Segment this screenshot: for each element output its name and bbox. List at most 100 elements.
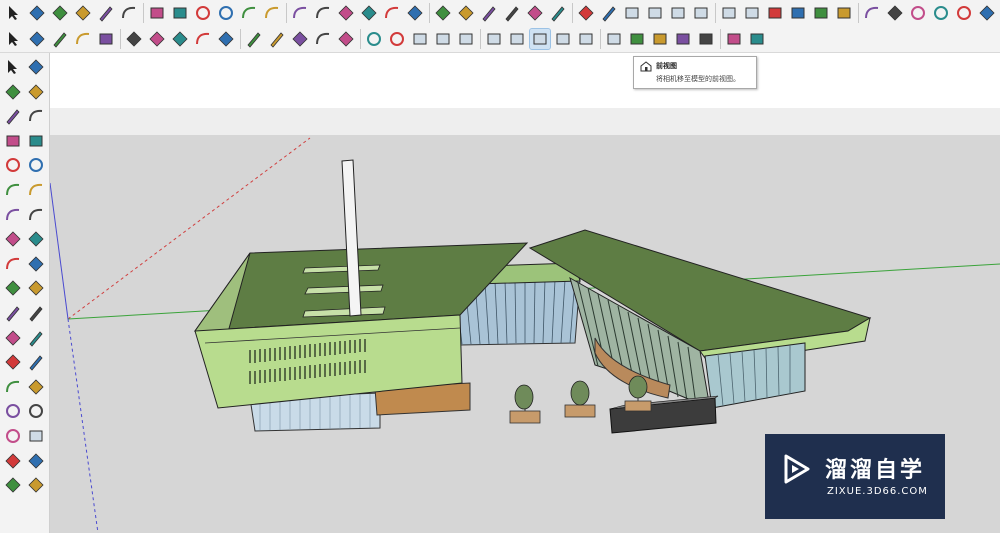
select-arrow-tool[interactable] bbox=[3, 57, 23, 77]
axes-button[interactable] bbox=[290, 29, 310, 49]
zoom-extents-tool[interactable] bbox=[3, 426, 23, 446]
rectangle-button[interactable] bbox=[96, 29, 116, 49]
pencil-line-button[interactable] bbox=[96, 3, 116, 23]
three-point-arc-button[interactable] bbox=[290, 3, 310, 23]
scale-tool[interactable] bbox=[3, 278, 23, 298]
polygon-tool[interactable] bbox=[26, 155, 46, 175]
follow-me-tool[interactable] bbox=[26, 254, 46, 274]
offset-tool[interactable] bbox=[26, 278, 46, 298]
tape-measure-tool[interactable] bbox=[3, 303, 23, 323]
zoom-window-tool[interactable] bbox=[26, 401, 46, 421]
pie-tool[interactable] bbox=[26, 205, 46, 225]
left-view-button[interactable] bbox=[742, 3, 762, 23]
3d-text-tool[interactable] bbox=[26, 352, 46, 372]
eraser-tool[interactable] bbox=[26, 82, 46, 102]
pan-button[interactable] bbox=[885, 3, 905, 23]
zoom-extents-button[interactable] bbox=[954, 3, 974, 23]
xray-button[interactable] bbox=[765, 3, 785, 23]
axes-button[interactable] bbox=[576, 3, 596, 23]
standard-views-button[interactable] bbox=[456, 29, 476, 49]
pan-tool[interactable] bbox=[26, 377, 46, 397]
front-view-button[interactable] bbox=[529, 28, 551, 50]
text-tool[interactable] bbox=[26, 328, 46, 348]
paint-bucket-tool[interactable] bbox=[3, 82, 23, 102]
push-pull-tool[interactable] bbox=[26, 229, 46, 249]
text-button[interactable] bbox=[548, 3, 568, 23]
pie-button[interactable] bbox=[313, 3, 333, 23]
xray-button[interactable] bbox=[627, 29, 647, 49]
front-view-button[interactable] bbox=[668, 3, 688, 23]
pencil-line-tool[interactable] bbox=[3, 106, 23, 126]
pan-button[interactable] bbox=[336, 29, 356, 49]
wireframe-button[interactable] bbox=[788, 3, 808, 23]
rectangle-tool[interactable] bbox=[3, 131, 23, 151]
two-point-arc-button[interactable] bbox=[262, 3, 282, 23]
section-plane-tool[interactable] bbox=[26, 475, 46, 495]
eraser-button[interactable] bbox=[73, 3, 93, 23]
dimension-tool[interactable] bbox=[26, 303, 46, 323]
back-view-button[interactable] bbox=[719, 3, 739, 23]
circle-tool[interactable] bbox=[3, 155, 23, 175]
wireframe-button[interactable] bbox=[650, 29, 670, 49]
eraser-button[interactable] bbox=[27, 29, 47, 49]
offset-button[interactable] bbox=[456, 3, 476, 23]
previous-view-button[interactable] bbox=[410, 29, 430, 49]
select-arrow-button[interactable] bbox=[4, 29, 24, 49]
right-view-button[interactable] bbox=[553, 29, 573, 49]
text-button[interactable] bbox=[267, 29, 287, 49]
rotated-rectangle-button[interactable] bbox=[170, 3, 190, 23]
freehand-button[interactable] bbox=[119, 3, 139, 23]
iso-view-button[interactable] bbox=[622, 3, 642, 23]
paint-bucket-button[interactable] bbox=[50, 3, 70, 23]
circle-button[interactable] bbox=[193, 3, 213, 23]
move-button[interactable] bbox=[336, 3, 356, 23]
freehand-tool[interactable] bbox=[26, 106, 46, 126]
hidden-line-button[interactable] bbox=[811, 3, 831, 23]
arc-button[interactable] bbox=[239, 3, 259, 23]
follow-me-button[interactable] bbox=[147, 29, 167, 49]
zoom-window-button[interactable] bbox=[931, 3, 951, 23]
rotated-rectangle-tool[interactable] bbox=[26, 131, 46, 151]
back-view-button[interactable] bbox=[576, 29, 596, 49]
orbit-tool[interactable] bbox=[3, 377, 23, 397]
3d-text-button[interactable] bbox=[599, 3, 619, 23]
arc-button[interactable] bbox=[73, 29, 93, 49]
polygon-button[interactable] bbox=[216, 3, 236, 23]
next-view-button[interactable] bbox=[433, 29, 453, 49]
scale-button[interactable] bbox=[433, 3, 453, 23]
rectangle-button[interactable] bbox=[147, 3, 167, 23]
move-button[interactable] bbox=[170, 29, 190, 49]
look-around-tool[interactable] bbox=[26, 451, 46, 471]
walk-tool[interactable] bbox=[3, 475, 23, 495]
top-view-button[interactable] bbox=[645, 3, 665, 23]
axes-tool[interactable] bbox=[3, 352, 23, 372]
monochrome-button[interactable] bbox=[747, 29, 767, 49]
protractor-button[interactable] bbox=[525, 3, 545, 23]
protractor-tool[interactable] bbox=[3, 328, 23, 348]
orbit-button[interactable] bbox=[313, 29, 333, 49]
shaded-button[interactable] bbox=[834, 3, 854, 23]
shaded-button[interactable] bbox=[696, 29, 716, 49]
rotate-button[interactable] bbox=[382, 3, 402, 23]
zoom-button[interactable] bbox=[364, 29, 384, 49]
three-point-arc-tool[interactable] bbox=[3, 205, 23, 225]
tape-measure-button[interactable] bbox=[479, 3, 499, 23]
component-button[interactable] bbox=[27, 3, 47, 23]
top-view-button[interactable] bbox=[507, 29, 527, 49]
zoom-extents-button[interactable] bbox=[387, 29, 407, 49]
select-arrow-button[interactable] bbox=[4, 3, 24, 23]
move-tool[interactable] bbox=[3, 229, 23, 249]
pencil-line-button[interactable] bbox=[50, 29, 70, 49]
zoom-tool[interactable] bbox=[3, 401, 23, 421]
two-point-arc-tool[interactable] bbox=[26, 180, 46, 200]
dimension-button[interactable] bbox=[502, 3, 522, 23]
hidden-line-button[interactable] bbox=[673, 29, 693, 49]
rotate-button[interactable] bbox=[193, 29, 213, 49]
orbit-button[interactable] bbox=[862, 3, 882, 23]
rotate-tool[interactable] bbox=[3, 254, 23, 274]
tape-measure-button[interactable] bbox=[244, 29, 264, 49]
previous-view-tool[interactable] bbox=[26, 426, 46, 446]
push-pull-button[interactable] bbox=[359, 3, 379, 23]
push-pull-button[interactable] bbox=[124, 29, 144, 49]
walk-button[interactable] bbox=[977, 3, 997, 23]
